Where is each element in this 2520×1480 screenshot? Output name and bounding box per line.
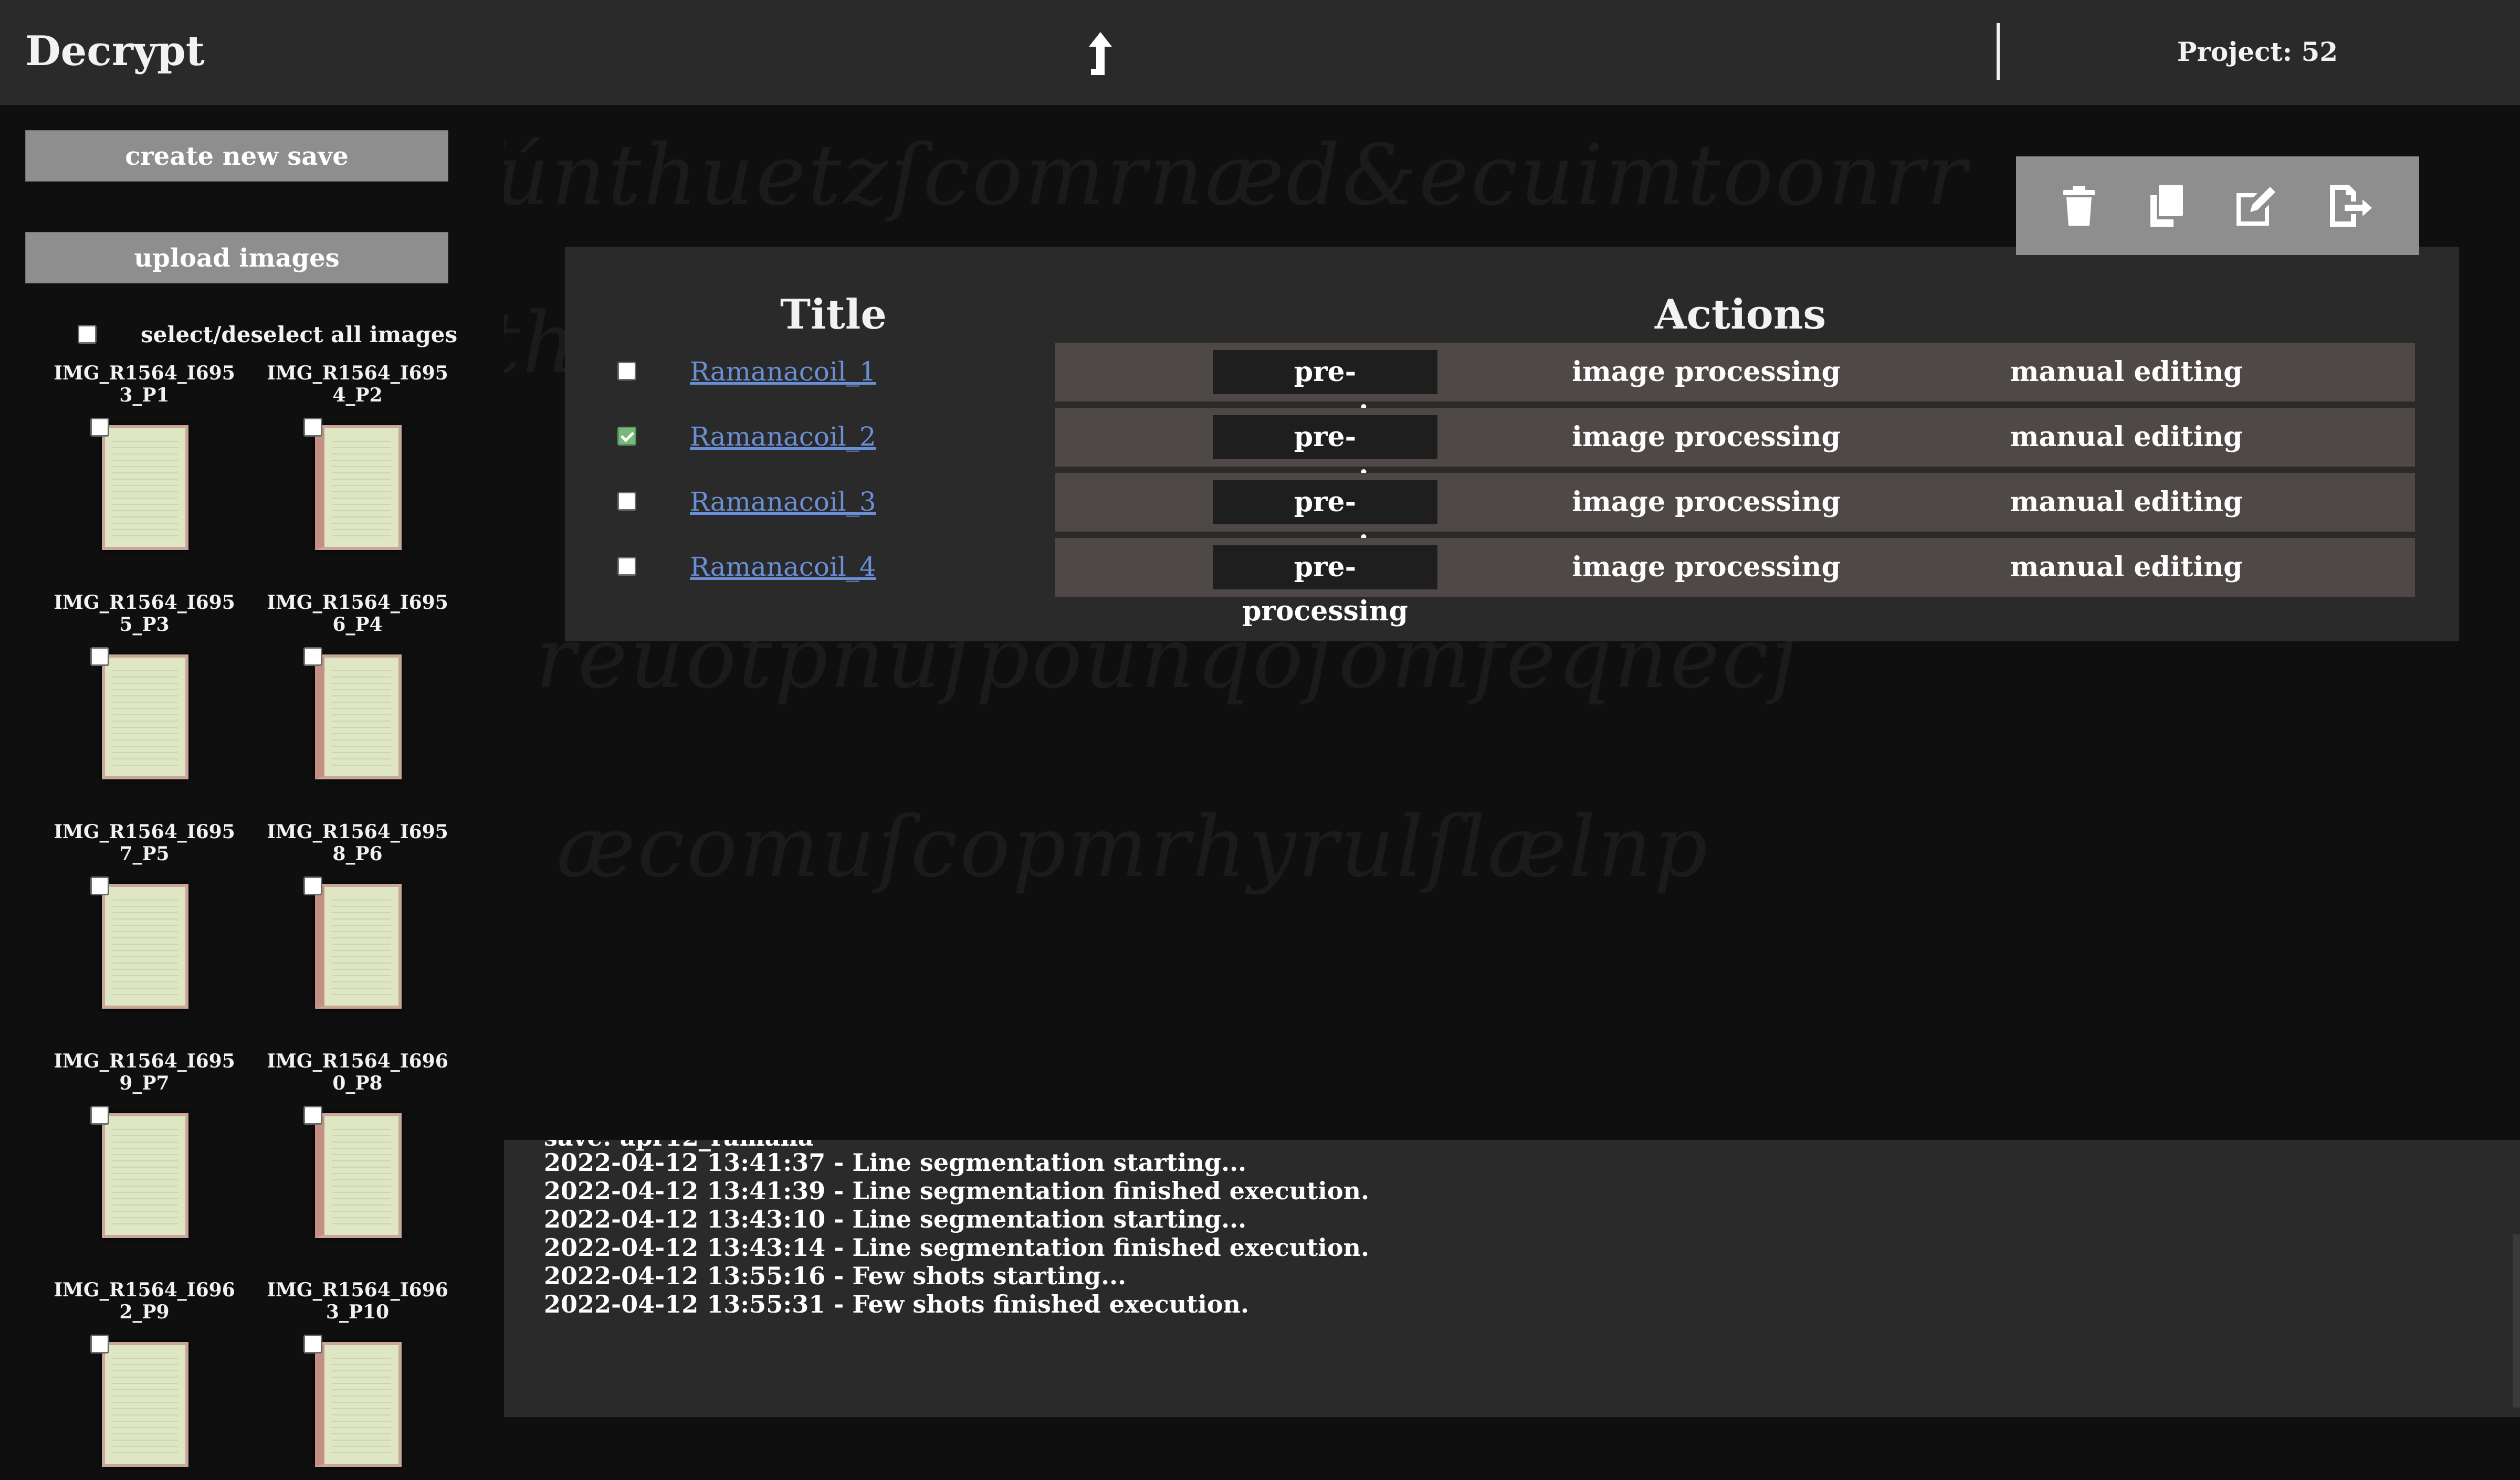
image-name: IMG_R1564_I6963_P10 xyxy=(267,1279,448,1323)
image-checkbox[interactable] xyxy=(90,418,109,437)
save-title-link[interactable]: Ramanacoil_2 xyxy=(690,418,876,455)
image-name: IMG_R1564_I6955_P3 xyxy=(54,591,235,636)
create-new-save-button[interactable]: create new save xyxy=(25,130,448,182)
app-header: Decrypt Project: 52 xyxy=(0,0,2520,105)
image-thumbnail[interactable]: IMG_R1564_I6955_P3 xyxy=(47,591,236,812)
row-actions: pre-processing image processing manual e… xyxy=(1055,538,2415,627)
image-thumbnail[interactable]: IMG_R1564_I6954_P2 xyxy=(260,362,449,583)
sidebar: create new save upload images select/des… xyxy=(0,105,504,1467)
table-row: Ramanacoil_1 pre-processing image proces… xyxy=(565,343,2459,432)
manual-editing-button[interactable]: manual editing xyxy=(1979,415,2273,459)
select-all-label: select/deselect all images xyxy=(141,321,458,347)
edit-icon[interactable] xyxy=(2229,179,2282,232)
image-checkbox[interactable] xyxy=(90,876,109,895)
image-name: IMG_R1564_I6960_P8 xyxy=(267,1050,448,1094)
image-checkbox[interactable] xyxy=(303,876,322,895)
image-name: IMG_R1564_I6959_P7 xyxy=(54,1050,235,1094)
image-processing-button[interactable]: image processing xyxy=(1559,415,1853,459)
upload-images-button[interactable]: upload images xyxy=(25,232,448,283)
pre-processing-button[interactable]: pre-processing xyxy=(1213,480,1437,562)
log-line: 2022-04-12 13:43:10 - Line segmentation … xyxy=(544,1205,1247,1233)
image-thumbnail[interactable]: IMG_R1564_I6959_P7 xyxy=(47,1050,236,1271)
page-image[interactable] xyxy=(102,654,188,779)
row-checkbox[interactable] xyxy=(617,362,636,380)
table-row: Ramanacoil_2 pre-processing image proces… xyxy=(565,408,2459,497)
app-title: Decrypt xyxy=(25,27,205,75)
header-divider xyxy=(1997,23,2000,80)
image-name: IMG_R1564_I6962_P9 xyxy=(54,1279,235,1323)
pre-processing-button[interactable]: pre-processing xyxy=(1213,545,1437,627)
log-line: 2022-04-12 13:41:37 - Line segmentation … xyxy=(544,1148,1247,1177)
image-checkbox[interactable] xyxy=(90,1335,109,1354)
image-processing-button[interactable]: image processing xyxy=(1559,545,1853,589)
image-thumbnail[interactable]: IMG_R1564_I6953_P1 xyxy=(47,362,236,583)
save-title-link[interactable]: Ramanacoil_3 xyxy=(690,483,876,520)
trash-icon[interactable] xyxy=(2053,179,2105,232)
page-image[interactable] xyxy=(102,1342,188,1467)
row-actions: pre-processing image processing manual e… xyxy=(1055,408,2415,497)
image-name: IMG_R1564_I6953_P1 xyxy=(54,362,235,406)
select-all-checkbox[interactable] xyxy=(78,325,97,344)
row-actions: pre-processing image processing manual e… xyxy=(1055,343,2415,432)
log-line: 2022-04-12 13:55:16 - Few shots starting… xyxy=(544,1262,1127,1290)
select-all-row: select/deselect all images xyxy=(78,321,477,347)
page-image[interactable] xyxy=(315,884,402,1009)
log-line: 2022-04-12 13:55:31 - Few shots finished… xyxy=(544,1290,1250,1318)
page-image[interactable] xyxy=(315,654,402,779)
image-name: IMG_R1564_I6954_P2 xyxy=(267,362,448,406)
row-checkbox[interactable] xyxy=(617,492,636,511)
row-actions: pre-processing image processing manual e… xyxy=(1055,473,2415,562)
page-image[interactable] xyxy=(102,884,188,1009)
pre-processing-button[interactable]: pre-processing xyxy=(1213,415,1437,497)
image-thumbnail[interactable]: IMG_R1564_I6957_P5 xyxy=(47,821,236,1041)
saves-table: Title Actions Ramanacoil_1 pre-processin… xyxy=(565,247,2459,641)
image-processing-button[interactable]: image processing xyxy=(1559,480,1853,524)
image-checkbox[interactable] xyxy=(303,418,322,437)
image-name: IMG_R1564_I6958_P6 xyxy=(267,821,448,865)
project-label: Project: 52 xyxy=(2177,36,2338,67)
log-panel[interactable]: save: apr12_ramana 2022-04-12 13:41:37 -… xyxy=(504,1140,2520,1417)
image-checkbox[interactable] xyxy=(90,1106,109,1125)
log-line: 2022-04-12 13:41:39 - Line segmentation … xyxy=(544,1177,1369,1205)
table-row: Ramanacoil_3 pre-processing image proces… xyxy=(565,473,2459,562)
up-arrow-icon[interactable] xyxy=(1082,29,1118,76)
actions-column-header: Actions xyxy=(1655,291,1826,339)
log-scrollbar[interactable] xyxy=(2513,1234,2520,1408)
page-image[interactable] xyxy=(315,1113,402,1238)
manual-editing-button[interactable]: manual editing xyxy=(1979,350,2273,394)
table-row: Ramanacoil_4 pre-processing image proces… xyxy=(565,538,2459,627)
image-checkbox[interactable] xyxy=(303,647,322,666)
save-title-link[interactable]: Ramanacoil_4 xyxy=(690,548,876,585)
page-image[interactable] xyxy=(315,425,402,550)
manual-editing-button[interactable]: manual editing xyxy=(1979,545,2273,589)
title-column-header: Title xyxy=(780,291,887,339)
image-thumbnail-grid: IMG_R1564_I6953_P1 IMG_R1564_I6954_P2 IM… xyxy=(47,362,457,1480)
row-checkbox[interactable] xyxy=(617,557,636,576)
row-checkbox[interactable] xyxy=(617,427,636,446)
export-icon[interactable] xyxy=(2324,179,2376,232)
copy-icon[interactable] xyxy=(2140,179,2192,232)
image-thumbnail[interactable]: IMG_R1564_I6956_P4 xyxy=(260,591,449,812)
image-checkbox[interactable] xyxy=(303,1106,322,1125)
save-actions-toolbar xyxy=(2016,156,2419,255)
pre-processing-button[interactable]: pre-processing xyxy=(1213,350,1437,432)
page-image[interactable] xyxy=(315,1342,402,1467)
save-title-link[interactable]: Ramanacoil_1 xyxy=(690,353,876,390)
image-name: IMG_R1564_I6956_P4 xyxy=(267,591,448,636)
image-processing-button[interactable]: image processing xyxy=(1559,350,1853,394)
manual-editing-button[interactable]: manual editing xyxy=(1979,480,2273,524)
image-thumbnail[interactable]: IMG_R1564_I6963_P10 xyxy=(260,1279,449,1480)
page-image[interactable] xyxy=(102,425,188,550)
image-checkbox[interactable] xyxy=(90,647,109,666)
image-name: IMG_R1564_I6957_P5 xyxy=(54,821,235,865)
image-thumbnail[interactable]: IMG_R1564_I6960_P8 xyxy=(260,1050,449,1271)
image-thumbnail[interactable]: IMG_R1564_I6962_P9 xyxy=(47,1279,236,1480)
image-checkbox[interactable] xyxy=(303,1335,322,1354)
page-image[interactable] xyxy=(102,1113,188,1238)
log-line: 2022-04-12 13:43:14 - Line segmentation … xyxy=(544,1233,1369,1262)
image-thumbnail[interactable]: IMG_R1564_I6958_P6 xyxy=(260,821,449,1041)
